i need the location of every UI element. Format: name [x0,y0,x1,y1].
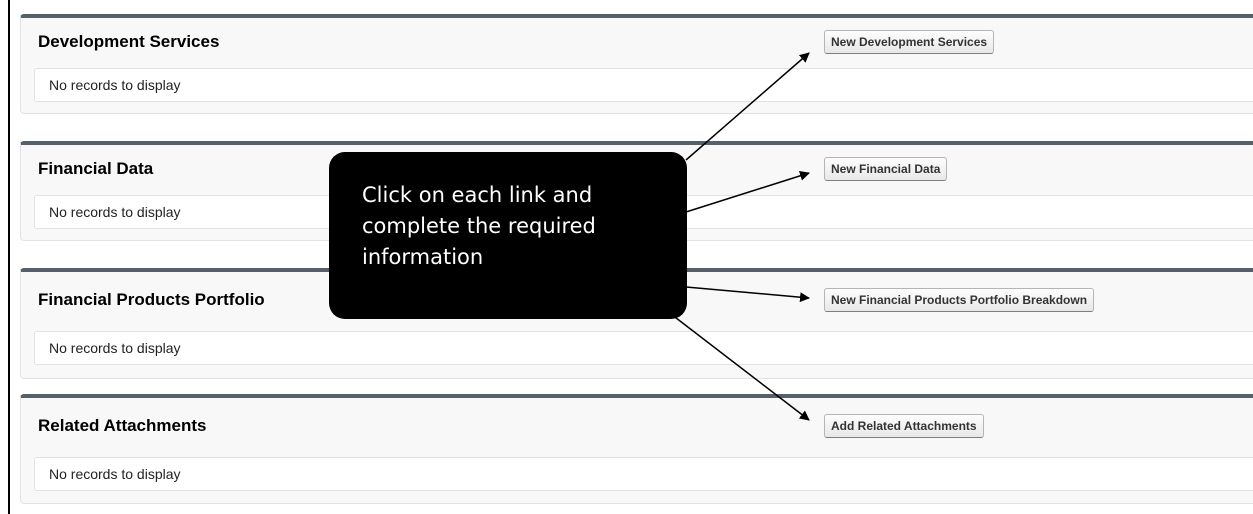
callout-arrows [666,52,810,421]
arrow-to-new-financial-products-portfolio-breakdown [685,286,810,303]
arrow-to-add-related-attachments [666,310,810,421]
arrow-to-new-financial-data [685,170,810,213]
arrow-to-new-development-services [685,52,810,161]
